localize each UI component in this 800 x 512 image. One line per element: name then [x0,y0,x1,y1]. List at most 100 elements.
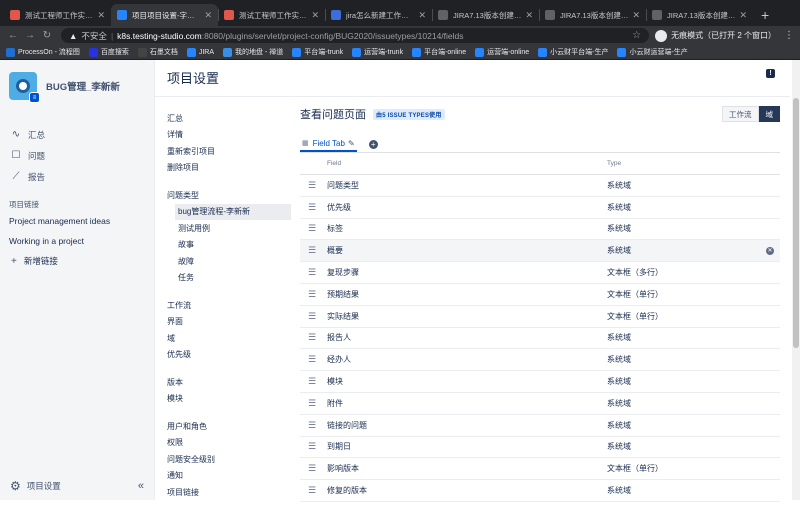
close-icon[interactable]: ✕ [97,10,105,21]
table-row[interactable]: ☰ 预期结果 文本框（单行） [300,284,780,306]
add-link-button[interactable]: + 新增链接 [0,251,154,271]
table-row[interactable]: ☰ 到期日 系统域 [300,437,780,459]
bookmark-item[interactable]: 百度搜索 [88,47,129,57]
subnav-item[interactable]: 版本 [167,374,287,391]
view-toggle-button[interactable]: 域 [758,106,780,122]
scrollbar[interactable] [792,60,800,500]
sidebar-item[interactable]: ∿ 汇总 [0,124,154,145]
project-link[interactable]: Project management ideas [0,211,154,231]
drag-handle-icon[interactable]: ☰ [300,311,327,322]
subnav-item[interactable]: 用户和角色 [167,418,287,435]
subnav-item[interactable]: 问题安全级别 [167,451,287,468]
tab-field-tab[interactable]: ▦ Field Tab ✎ [300,136,357,152]
subnav-item[interactable]: 界面 [167,314,287,331]
subnav-item[interactable]: 故障 [167,253,287,270]
subnav-item[interactable]: 域 [167,330,287,347]
table-row[interactable]: ☰ 复现步骤 文本框（多行） [300,262,780,284]
project-settings-link[interactable]: 项目设置 [27,480,61,492]
drag-handle-icon[interactable]: ☰ [300,485,327,496]
drag-handle-icon[interactable]: ☰ [300,420,327,431]
close-icon[interactable]: ✕ [418,10,426,21]
table-row[interactable]: ☰ 问题类型 系统域 [300,175,780,197]
sidebar-item[interactable]: ☐ 问题 [0,145,154,166]
feedback-icon[interactable]: ! [766,69,775,78]
browser-tab[interactable]: 测试工程师工作实战一测 ✕ [218,4,325,26]
table-row[interactable]: ☰ 实际结果 文本框（单行） [300,306,780,328]
browser-tab[interactable]: 测试工程师工作实战测试 ✕ [4,4,111,26]
drag-handle-icon[interactable]: ☰ [300,223,327,234]
forward-icon[interactable]: → [23,30,37,41]
project-link[interactable]: Working in a project [0,231,154,251]
drag-handle-icon[interactable]: ☰ [300,267,327,278]
subnav-item[interactable]: 详情 [167,127,287,144]
subnav-item[interactable]: 优先级 [167,347,287,364]
browser-menu-icon[interactable]: ⋮ [784,30,794,41]
browser-tab[interactable]: jira怎么新建工作流_百度 ✕ [325,4,432,26]
bookmark-item[interactable]: 我的地盘 - 禅道 [223,47,283,57]
issue-types-lozenge[interactable]: 由5 ISSUE TYPES使用 [373,108,445,120]
drag-handle-icon[interactable]: ☰ [300,441,327,452]
subnav-item[interactable]: 通知 [167,468,287,485]
subnav-item[interactable]: 项目链接 [167,484,287,501]
sidebar-item[interactable]: ⟋ 报告 [0,166,154,187]
close-icon[interactable]: ✕ [525,10,533,21]
browser-tab[interactable]: JIRA7.13版本创建项目 ✕ [432,4,539,26]
subnav-item[interactable]: 删除项目 [167,160,287,177]
close-icon[interactable]: ✕ [204,10,212,21]
subnav-item[interactable]: 故事 [167,237,287,254]
bookmark-item[interactable]: 平台端-online [412,47,466,57]
subnav-item[interactable]: 重新索引项目 [167,143,287,160]
table-row[interactable]: ☰ 经办人 系统域 [300,349,780,372]
bookmark-item[interactable]: ProcessOn - 流程图 [6,47,80,57]
drag-handle-icon[interactable]: ☰ [300,202,327,213]
table-row[interactable]: ☰ 模块 系统域 [300,371,780,393]
view-toggle-button[interactable]: 工作流 [722,106,759,122]
subnav-item[interactable]: 问题类型 [167,187,287,204]
drag-handle-icon[interactable]: ☰ [300,398,327,409]
subnav-item[interactable]: bug管理流程-李新新 [175,203,291,220]
bookmark-item[interactable]: 石墨文档 [137,47,178,57]
url-input[interactable]: ▲ 不安全 | k8s.testing-studio.com :8080/plu… [61,28,650,43]
close-icon[interactable]: ✕ [739,10,747,21]
drag-handle-icon[interactable]: ☰ [300,289,327,300]
subnav-item[interactable]: 模块 [167,391,287,408]
table-row[interactable]: ☰ 影响版本 文本框（单行） [300,458,780,481]
bookmark-item[interactable]: 平台端-trunk [292,47,343,57]
drag-handle-icon[interactable]: ☰ [300,180,327,191]
subnav-item[interactable]: 工作流 [167,297,287,314]
table-row[interactable]: ☰ 优先级 系统域 [300,197,780,219]
table-row[interactable]: ☰ 标签 系统域 [300,219,780,241]
close-icon[interactable]: ✕ [311,10,319,21]
drag-handle-icon[interactable]: ☰ [300,463,327,474]
subnav-item[interactable]: 任务 [167,270,287,287]
incognito-indicator[interactable]: 无痕模式（已打开 2 个窗口） [655,29,776,42]
pencil-icon[interactable]: ✎ [348,139,355,148]
drag-handle-icon[interactable]: ☰ [300,245,327,256]
table-row[interactable]: ☰ 附件 系统域 [300,393,780,415]
browser-tab[interactable]: JIRA7.13版本创建项目 ✕ [539,4,646,26]
collapse-sidebar-icon[interactable]: « [138,480,144,492]
reload-icon[interactable]: ↻ [40,30,54,41]
drag-handle-icon[interactable]: ☰ [300,376,327,387]
project-header[interactable]: ≡ BUG管理_李新新 [0,60,154,103]
subnav-item[interactable]: 测试用例 [167,220,287,237]
bookmark-item[interactable]: JIRA [186,47,214,57]
table-row[interactable]: ☰ 修复的版本 系统域 [300,480,780,502]
close-icon[interactable]: ✕ [632,10,640,21]
new-tab-button[interactable]: + [753,4,777,26]
table-row[interactable]: ☰ 概要 系统域 ✕ [300,240,780,263]
bookmark-item[interactable]: 运营端-online [475,47,529,57]
table-row[interactable]: ☰ 链接的问题 系统域 [300,415,780,437]
browser-tab[interactable]: JIRA7.13版本创建项目 ✕ [646,4,753,26]
bookmark-item[interactable]: 运营端-trunk [352,47,403,57]
bookmark-item[interactable]: 小云财平台端-生产 [538,47,608,57]
browser-tab[interactable]: 项目项目设置-字段为(BU ✕ [111,4,218,26]
bookmark-item[interactable]: 小云财运营端-生产 [617,47,688,57]
add-tab-icon[interactable]: + [368,139,378,149]
table-row[interactable]: ☰ 报告人 系统域 [300,328,780,350]
drag-handle-icon[interactable]: ☰ [300,332,327,343]
scrollbar-thumb[interactable] [793,98,799,348]
back-icon[interactable]: ← [6,30,20,41]
subnav-item[interactable]: 汇总 [167,110,287,127]
subnav-item[interactable]: 权限 [167,435,287,452]
